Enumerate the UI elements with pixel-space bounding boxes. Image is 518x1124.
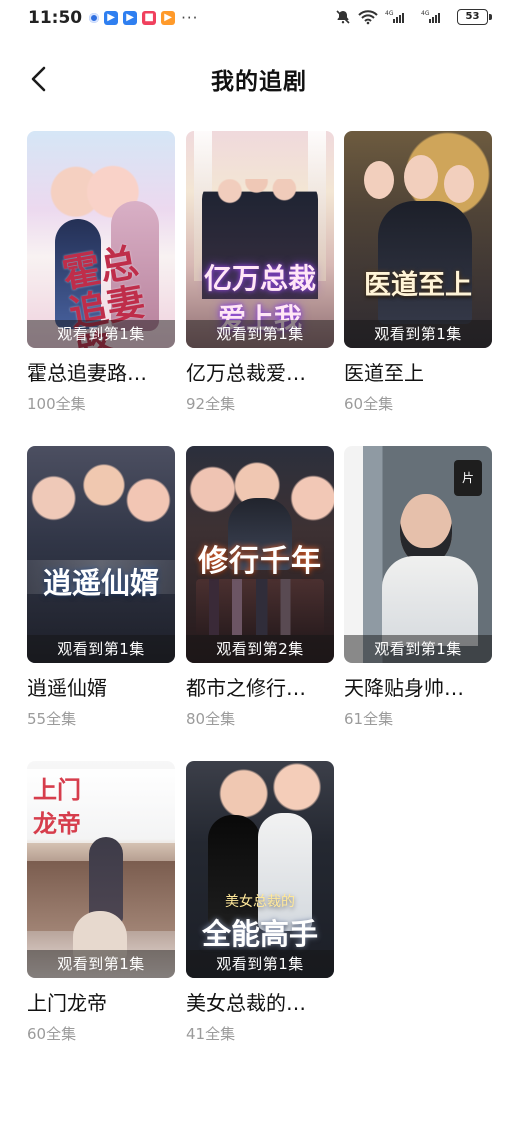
drama-card[interactable]: 美女总裁的 全能高手 观看到第1集 美女总裁的… 41全集	[186, 761, 334, 1046]
poster-art: 逍遥仙婿	[27, 446, 175, 663]
svg-text:4G: 4G	[421, 10, 430, 17]
drama-card[interactable]: 修行千年 观看到第2集 都市之修行… 80全集	[186, 446, 334, 731]
poster-art: 美女总裁的 全能高手	[186, 761, 334, 978]
drama-title[interactable]: 医道至上	[344, 358, 492, 388]
drama-card[interactable]: 上门龙帝 观看到第1集 上门龙帝 60全集	[27, 761, 175, 1046]
episode-count: 61全集	[344, 710, 394, 728]
page-header: 我的追剧	[0, 54, 518, 104]
page-title: 我的追剧	[211, 69, 307, 95]
poster-art: 霍总追妻路	[27, 131, 175, 348]
watch-progress-badge: 观看到第1集	[344, 320, 492, 348]
drama-title[interactable]: 霍总追妻路…	[27, 358, 175, 388]
watch-progress-badge: 观看到第2集	[186, 635, 334, 663]
drama-card[interactable]: 片 观看到第1集 天降贴身帅… 61全集	[344, 446, 492, 731]
drama-title[interactable]: 亿万总裁爱…	[186, 358, 334, 388]
status-bar: 11:50 ▶ ▶ ■ ▶ ··· 4G 4G 53	[0, 0, 518, 40]
episode-count: 92全集	[186, 395, 236, 413]
video-app-icon: ■	[142, 11, 157, 25]
poster-face	[444, 165, 474, 203]
drama-poster[interactable]: 亿万总裁爱上我 观看到第1集	[186, 131, 334, 348]
episode-count: 100全集	[27, 395, 86, 413]
poster-figure	[382, 556, 478, 646]
drama-title[interactable]: 美女总裁的…	[186, 988, 334, 1018]
drama-title[interactable]: 天降贴身帅…	[344, 673, 492, 703]
status-left: 11:50 ▶ ▶ ■ ▶ ···	[28, 8, 198, 28]
drama-card[interactable]: 逍遥仙婿 观看到第1集 逍遥仙婿 55全集	[27, 446, 175, 731]
studio-logo-icon: 片	[454, 460, 482, 496]
drama-poster[interactable]: 修行千年 观看到第2集	[186, 446, 334, 663]
drama-card[interactable]: 医道至上 观看到第1集 医道至上 60全集	[344, 131, 492, 416]
drama-title[interactable]: 逍遥仙婿	[27, 673, 175, 703]
poster-title-text: 上门龙帝	[33, 776, 81, 838]
poster-face	[364, 161, 394, 199]
app-notification-icon: ▶	[123, 11, 138, 25]
poster-face	[404, 155, 438, 199]
episode-count: 41全集	[186, 1025, 236, 1043]
drama-poster[interactable]: 霍总追妻路 观看到第1集	[27, 131, 175, 348]
watch-progress-badge: 观看到第1集	[186, 950, 334, 978]
episode-count: 55全集	[27, 710, 77, 728]
poster-title-text: 修行千年	[198, 544, 322, 579]
signal-icon: 4G	[385, 9, 415, 25]
poster-art: 亿万总裁爱上我	[186, 131, 334, 348]
status-right: 4G 4G 53	[335, 9, 492, 25]
poster-scene	[196, 579, 324, 635]
episode-count: 60全集	[344, 395, 394, 413]
svg-text:4G: 4G	[385, 10, 394, 17]
poster-art: 修行千年	[186, 446, 334, 663]
episode-count: 60全集	[27, 1025, 77, 1043]
drama-poster[interactable]: 医道至上 观看到第1集	[344, 131, 492, 348]
poster-subtitle-text: 美女总裁的	[225, 894, 295, 910]
drama-card[interactable]: 亿万总裁爱上我 观看到第1集 亿万总裁爱… 92全集	[186, 131, 334, 416]
gear-icon	[89, 13, 100, 23]
drama-title[interactable]: 上门龙帝	[27, 988, 175, 1018]
poster-face	[400, 494, 452, 564]
drama-title[interactable]: 都市之修行…	[186, 673, 334, 703]
poster-art: 上门龙帝	[27, 761, 175, 978]
drama-poster[interactable]: 上门龙帝 观看到第1集	[27, 761, 175, 978]
watch-progress-badge: 观看到第1集	[186, 320, 334, 348]
bell-off-icon	[335, 9, 351, 25]
watch-progress-badge: 观看到第1集	[27, 950, 175, 978]
watch-progress-badge: 观看到第1集	[27, 320, 175, 348]
poster-title-text: 医道至上	[364, 270, 472, 301]
app-notification-icon: ▶	[104, 11, 119, 25]
poster-title-text: 全能高手	[201, 917, 318, 951]
status-time: 11:50	[28, 8, 83, 28]
watch-progress-badge: 观看到第1集	[344, 635, 492, 663]
drama-card[interactable]: 霍总追妻路 观看到第1集 霍总追妻路… 100全集	[27, 131, 175, 416]
episode-count: 80全集	[186, 710, 236, 728]
signal-icon: 4G	[421, 9, 451, 25]
drama-poster[interactable]: 片 观看到第1集	[344, 446, 492, 663]
wifi-icon	[357, 9, 379, 25]
play-app-icon: ▶	[161, 11, 176, 25]
watch-progress-badge: 观看到第1集	[27, 635, 175, 663]
poster-art: 医道至上	[344, 131, 492, 348]
poster-title-text: 逍遥仙婿	[42, 566, 159, 600]
more-notifications-icon: ···	[181, 9, 199, 27]
drama-poster[interactable]: 逍遥仙婿 观看到第1集	[27, 446, 175, 663]
poster-art: 片	[344, 446, 492, 663]
battery-icon: 53	[457, 9, 492, 25]
drama-poster[interactable]: 美女总裁的 全能高手 观看到第1集	[186, 761, 334, 978]
